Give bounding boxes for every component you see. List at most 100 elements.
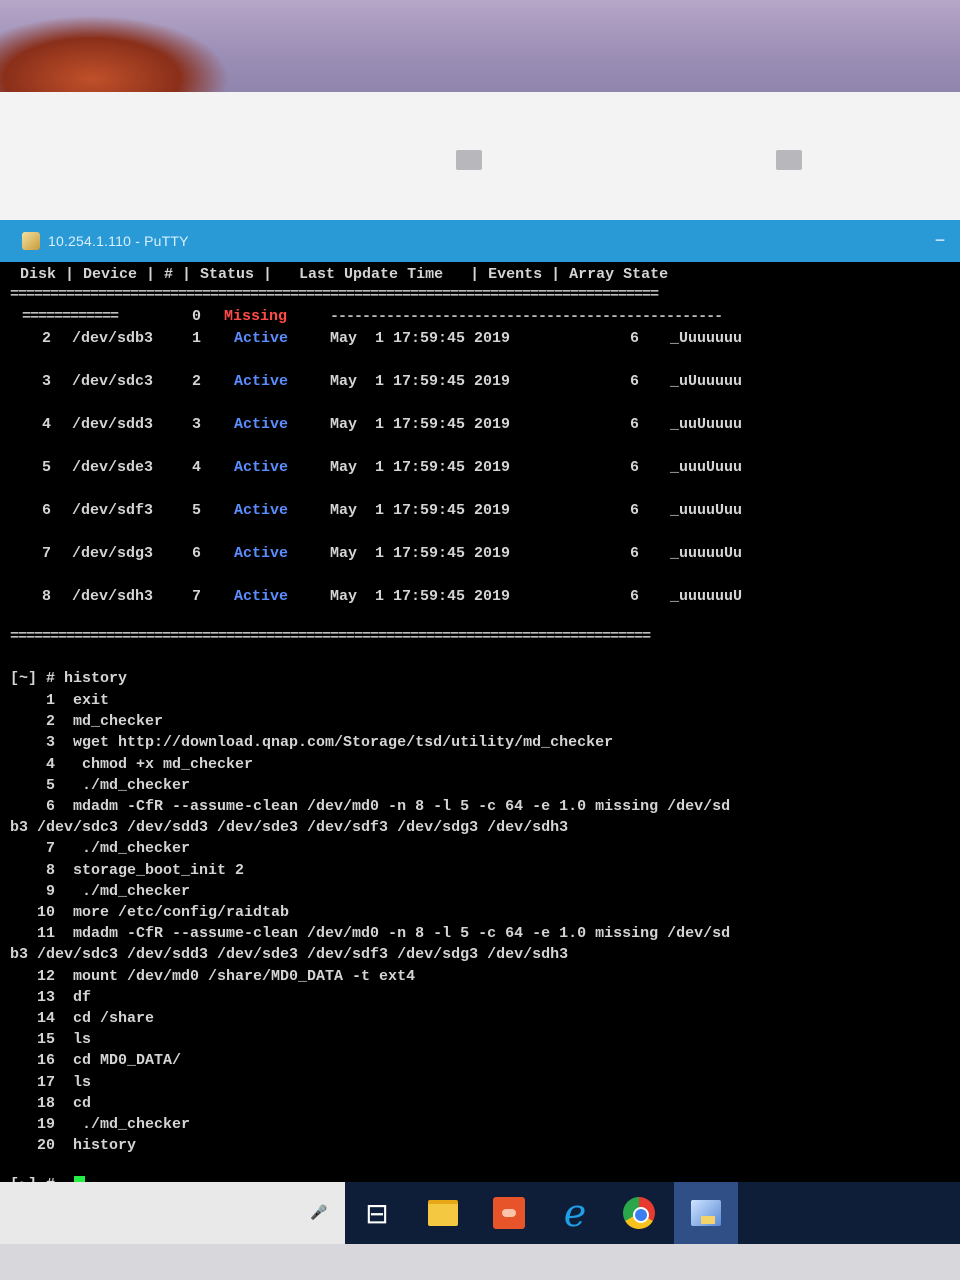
- microphone-icon[interactable]: 🎤: [310, 1204, 327, 1221]
- disk-events: 6: [630, 588, 640, 605]
- disk-num: 5: [192, 502, 202, 519]
- table-header: Disk | Device | # | Status | Last Update…: [20, 266, 669, 283]
- disk-disk: 3: [42, 373, 52, 390]
- disk-num: 4: [192, 459, 202, 476]
- disk-disk: 4: [42, 416, 52, 433]
- history-line: 9 ./md_checker: [10, 882, 191, 900]
- disk-time: May 1 17:59:45 2019: [330, 416, 511, 433]
- history-line: 12 mount /dev/md0 /share/MD0_DATA -t ext…: [10, 967, 416, 985]
- disk-status: Active: [234, 545, 289, 562]
- orange-app-button[interactable]: [478, 1182, 540, 1244]
- disk-num: 6: [192, 545, 202, 562]
- history-line: 4 chmod +x md_checker: [10, 755, 254, 773]
- missing-row-dashes-right: ----------------------------------------…: [330, 308, 723, 325]
- folder-icon: [428, 1200, 458, 1226]
- disk-device: /dev/sdc3: [72, 373, 154, 390]
- disk-events: 6: [630, 330, 640, 347]
- disk-status: Active: [234, 330, 289, 347]
- disk-device: /dev/sdh3: [72, 588, 154, 605]
- disk-events: 6: [630, 459, 640, 476]
- disk-device: /dev/sdb3: [72, 330, 154, 347]
- task-view-icon: ⊟: [365, 1197, 389, 1229]
- header-separator: ========================================…: [10, 286, 659, 303]
- taskbar: 🎤 ⊟ e: [0, 1182, 960, 1280]
- disk-disk: 5: [42, 459, 52, 476]
- disk-array-state: _uuuuuUu: [670, 545, 743, 562]
- putty-taskbar-button[interactable]: [674, 1182, 738, 1244]
- internet-explorer-button[interactable]: e: [544, 1182, 606, 1244]
- history-line: 17 ls: [10, 1073, 92, 1091]
- taskbar-search-box[interactable]: 🎤: [0, 1182, 345, 1244]
- missing-row-num: 0: [192, 308, 202, 325]
- history-line: 18 cd: [10, 1094, 92, 1112]
- disk-events: 6: [630, 373, 640, 390]
- history-line: 20 history: [10, 1137, 137, 1155]
- disk-array-state: _uuuUuuu: [670, 459, 743, 476]
- history-line: 5 ./md_checker: [10, 776, 191, 794]
- wallpaper-mountain: [0, 15, 230, 95]
- chrome-button[interactable]: [608, 1182, 670, 1244]
- window-title: 10.254.1.110 - PuTTY: [48, 233, 189, 249]
- chrome-icon: [623, 1197, 655, 1229]
- disk-events: 6: [630, 416, 640, 433]
- disk-device: /dev/sdd3: [72, 416, 154, 433]
- history-line: 13 df: [10, 988, 92, 1006]
- disk-status: Active: [234, 459, 289, 476]
- disk-array-state: _uuuuUuu: [670, 502, 743, 519]
- history-line: 8 storage_boot_init 2: [10, 861, 245, 879]
- history-line: 19 ./md_checker: [10, 1116, 191, 1133]
- disk-time: May 1 17:59:45 2019: [330, 545, 511, 562]
- disk-status: Active: [234, 502, 289, 519]
- missing-row-dashes: ============: [22, 308, 119, 325]
- disk-device: /dev/sdg3: [72, 545, 154, 562]
- orange-app-icon: [493, 1197, 525, 1229]
- history-line: 14 cd /share: [10, 1010, 155, 1027]
- task-view-button[interactable]: ⊟: [346, 1182, 408, 1244]
- putty-icon: [22, 232, 40, 250]
- history-line: 6 mdadm -CfR --assume-clean /dev/md0 -n …: [10, 798, 731, 815]
- putty-window[interactable]: 10.254.1.110 - PuTTY − Disk | Device | #…: [0, 220, 960, 1196]
- history-line: 1 exit: [10, 692, 110, 709]
- history-line: b3 /dev/sdc3 /dev/sdd3 /dev/sde3 /dev/sd…: [10, 946, 569, 964]
- file-explorer-button[interactable]: [412, 1182, 474, 1244]
- history-line: 2 md_checker: [10, 713, 164, 731]
- disk-time: May 1 17:59:45 2019: [330, 502, 511, 519]
- history-line: 11 mdadm -CfR --assume-clean /dev/md0 -n…: [10, 925, 731, 943]
- disk-num: 2: [192, 373, 202, 390]
- disk-status: Active: [234, 588, 289, 605]
- footer-separator: ========================================…: [10, 628, 651, 645]
- terminal-area[interactable]: Disk | Device | # | Status | Last Update…: [0, 262, 960, 1196]
- disk-num: 3: [192, 416, 202, 433]
- background-window-icon: [456, 150, 482, 170]
- history-line: 15 ls: [10, 1031, 92, 1049]
- disk-array-state: _uuuuuuU: [670, 588, 743, 605]
- disk-events: 6: [630, 545, 640, 562]
- background-window-icon: [776, 150, 802, 170]
- disk-status: Active: [234, 373, 289, 390]
- disk-array-state: _uUuuuuu: [670, 373, 743, 390]
- disk-status: Active: [234, 416, 289, 433]
- putty-icon: [691, 1200, 721, 1226]
- disk-disk: 2: [42, 330, 52, 347]
- disk-disk: 6: [42, 502, 52, 519]
- history-line: 10 more /etc/config/raidtab: [10, 904, 290, 921]
- disk-disk: 7: [42, 545, 52, 562]
- minimize-button[interactable]: −: [928, 230, 952, 250]
- disk-events: 6: [630, 502, 640, 519]
- history-prompt: [~] # history: [10, 670, 128, 687]
- disk-disk: 8: [42, 588, 52, 605]
- screen-bezel: [0, 1244, 960, 1280]
- disk-time: May 1 17:59:45 2019: [330, 330, 511, 347]
- disk-array-state: _uuUuuuu: [670, 416, 743, 433]
- putty-titlebar[interactable]: 10.254.1.110 - PuTTY −: [0, 220, 960, 262]
- status-missing: Missing: [224, 308, 288, 325]
- disk-num: 1: [192, 330, 202, 347]
- disk-num: 7: [192, 588, 202, 605]
- desktop-wallpaper: [0, 0, 960, 95]
- history-line: 16 cd MD0_DATA/: [10, 1052, 182, 1070]
- disk-device: /dev/sdf3: [72, 502, 154, 519]
- internet-explorer-icon: e: [563, 1191, 587, 1235]
- disk-time: May 1 17:59:45 2019: [330, 588, 511, 605]
- history-line: b3 /dev/sdc3 /dev/sdd3 /dev/sde3 /dev/sd…: [10, 819, 569, 837]
- disk-device: /dev/sde3: [72, 459, 154, 476]
